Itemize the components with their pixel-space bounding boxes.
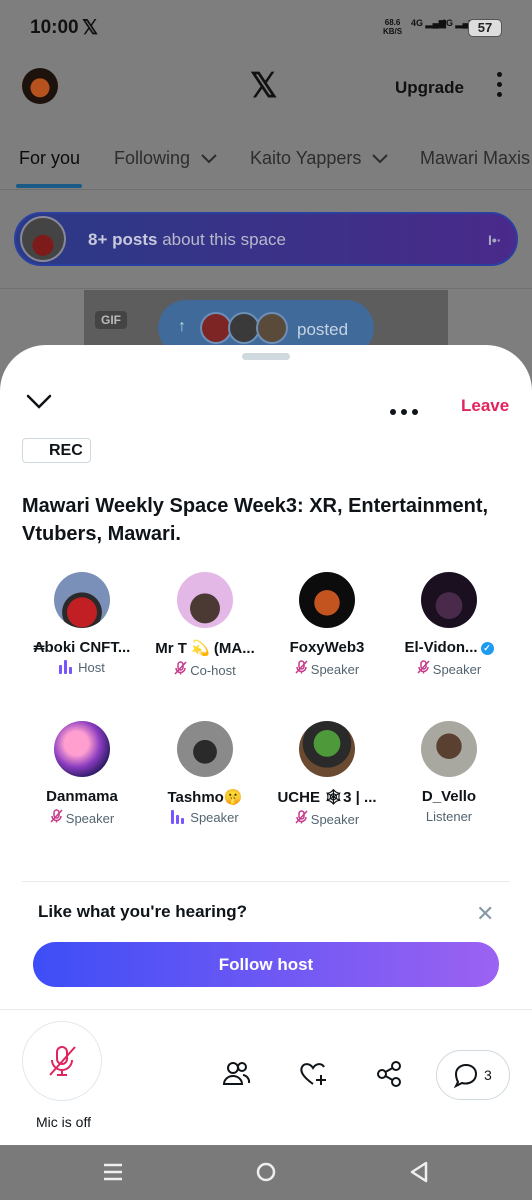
avatar: [299, 572, 355, 628]
sheet-drag-handle[interactable]: [242, 353, 290, 360]
avatar: [54, 721, 110, 777]
chevron-down-icon: [201, 154, 217, 164]
mic-off-icon: [174, 661, 187, 675]
feed-tabs: For you Following Kaito Yappers Mawari M…: [0, 140, 532, 190]
mic-off-icon: [295, 810, 308, 824]
system-nav-bar: [0, 1146, 532, 1200]
avatar: [299, 721, 355, 777]
arrow-up-icon: ↑: [178, 318, 186, 335]
x-notification-icon: 𝕏: [82, 17, 99, 39]
recent-apps-icon[interactable]: [102, 1160, 124, 1184]
participant-card[interactable]: FoxyWeb3 Speaker: [267, 572, 387, 677]
home-icon[interactable]: [255, 1160, 277, 1184]
verified-badge-icon: ✓: [480, 642, 494, 655]
people-icon[interactable]: [221, 1059, 251, 1089]
more-options-icon[interactable]: [390, 402, 423, 420]
divider: [0, 288, 532, 289]
space-sheet: Leave REC Mawari Weekly Space Week3: XR,…: [0, 345, 532, 1145]
upgrade-button[interactable]: Upgrade: [395, 78, 464, 98]
heart-plus-icon[interactable]: [298, 1059, 328, 1089]
avatar: [54, 572, 110, 628]
avatar: [256, 312, 288, 344]
mic-off-icon: [50, 809, 63, 823]
tab-mawari-maxis[interactable]: Mawari Maxis: [420, 148, 530, 169]
avatar: [421, 572, 477, 628]
comments-button[interactable]: 3: [436, 1050, 510, 1100]
tab-following[interactable]: Following: [114, 148, 217, 169]
follow-host-button[interactable]: Follow host: [33, 942, 499, 987]
space-posts-pill[interactable]: 8+ posts about this space I•·: [14, 212, 518, 266]
audio-wave-icon: I•·: [488, 232, 502, 248]
more-options-icon[interactable]: [497, 72, 505, 102]
participant-card[interactable]: Danmama Speaker: [22, 721, 142, 826]
battery-icon: 57: [468, 19, 502, 37]
comment-icon: [453, 1063, 478, 1088]
back-icon[interactable]: [408, 1160, 430, 1184]
space-host-avatar: [20, 216, 66, 262]
gif-badge: GIF: [95, 311, 127, 329]
mic-off-icon: [49, 1046, 76, 1076]
participant-card[interactable]: D_Vello Listener: [389, 721, 509, 824]
comment-count: 3: [484, 1067, 492, 1083]
space-title: Mawari Weekly Space Week3: XR, Entertain…: [22, 495, 489, 545]
avatar: [177, 721, 233, 777]
status-bar: 10:00 𝕏 68.6 KB/S 4G ▂▄▆ 4G ▂▄▆ 57: [0, 0, 532, 56]
active-tab-indicator: [16, 184, 82, 188]
tab-for-you[interactable]: For you: [19, 148, 80, 169]
mic-status-label: Mic is off: [36, 1114, 91, 1130]
network-speed: 68.6 KB/S: [383, 18, 403, 36]
divider: [0, 1009, 532, 1010]
space-posts-text: 8+ posts about this space: [88, 230, 286, 249]
leave-button[interactable]: Leave: [461, 396, 509, 416]
x-logo-icon: 𝕏: [250, 67, 278, 105]
tab-kaito-yappers[interactable]: Kaito Yappers: [250, 148, 389, 169]
follow-prompt-text: Like what you're hearing?: [38, 902, 248, 921]
mic-off-icon: [295, 660, 308, 674]
avatar: [177, 572, 233, 628]
mic-off-icon: [417, 660, 430, 674]
participant-card[interactable]: ₳boki CNFT... Host: [22, 572, 142, 677]
avatar: [421, 721, 477, 777]
recording-badge: REC: [22, 438, 91, 463]
close-icon[interactable]: ✕: [476, 901, 494, 927]
speaking-icon: [59, 660, 74, 677]
profile-avatar[interactable]: [22, 68, 58, 104]
participant-card[interactable]: El-Vidon... ✓ Speaker: [389, 572, 509, 677]
participant-card[interactable]: UCHE 🕸3 | ... Speaker: [267, 721, 387, 827]
divider: [22, 881, 510, 882]
participant-card[interactable]: Tashmo🤫 Speaker: [145, 721, 265, 827]
participant-card[interactable]: Mr T 💫 (MA... Co-host: [145, 572, 265, 678]
clock: 10:00: [30, 17, 79, 38]
mic-toggle-button[interactable]: [22, 1021, 102, 1101]
speaking-icon: [171, 810, 186, 827]
share-icon[interactable]: [374, 1059, 404, 1089]
chevron-down-icon: [372, 154, 389, 164]
chevron-down-icon[interactable]: [26, 393, 52, 411]
